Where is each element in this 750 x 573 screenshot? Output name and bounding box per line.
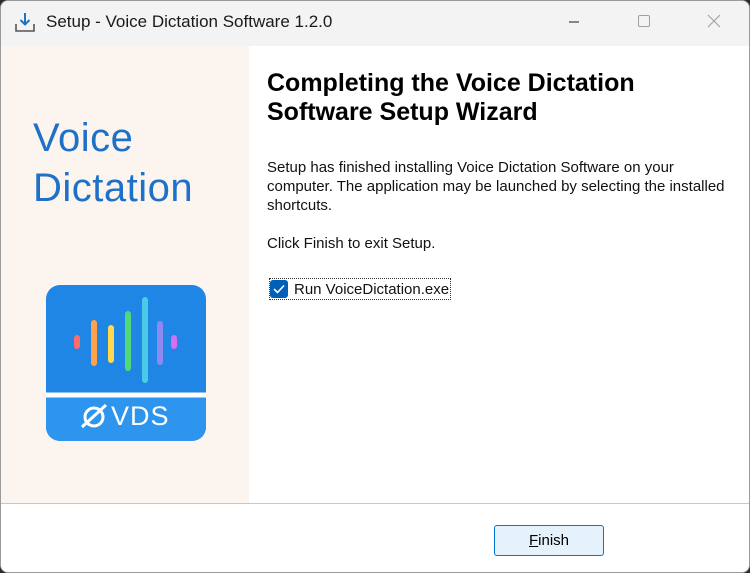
- title-bar[interactable]: Setup - Voice Dictation Software 1.2.0: [1, 1, 749, 46]
- close-icon: [707, 14, 721, 33]
- checkbox-checked-icon[interactable]: [270, 280, 288, 298]
- finish-button[interactable]: Finish: [494, 525, 604, 556]
- brand-text-line1: Voice: [33, 116, 134, 160]
- run-app-checkbox-label[interactable]: Run VoiceDictation.exe: [294, 281, 449, 298]
- wizard-heading: Completing the Voice Dictation Software …: [267, 69, 635, 126]
- exit-instruction: Click Finish to exit Setup.: [267, 235, 436, 252]
- run-app-checkbox[interactable]: Run VoiceDictation.exe: [269, 278, 452, 300]
- vds-app-logo: VDS: [46, 285, 206, 441]
- window-title: Setup - Voice Dictation Software 1.2.0: [46, 12, 333, 31]
- minimize-icon: [568, 15, 580, 33]
- finish-label: inish: [538, 532, 570, 549]
- minimize-button[interactable]: [539, 1, 609, 46]
- setup-window: Setup - Voice Dictation Software 1.2.0 V…: [0, 0, 750, 573]
- maximize-icon: [637, 14, 651, 33]
- maximize-button[interactable]: [609, 1, 679, 46]
- completion-message: Setup has finished installing Voice Dict…: [267, 159, 725, 214]
- installer-icon: [14, 12, 36, 34]
- finish-accelerator: F: [528, 532, 539, 549]
- wizard-footer: [1, 504, 749, 572]
- wizard-side-panel: Voice Dictation VDS: [1, 46, 249, 503]
- close-button[interactable]: [679, 1, 749, 46]
- brand-text-line2: Dictation: [33, 166, 194, 210]
- logo-text: VDS: [111, 401, 170, 431]
